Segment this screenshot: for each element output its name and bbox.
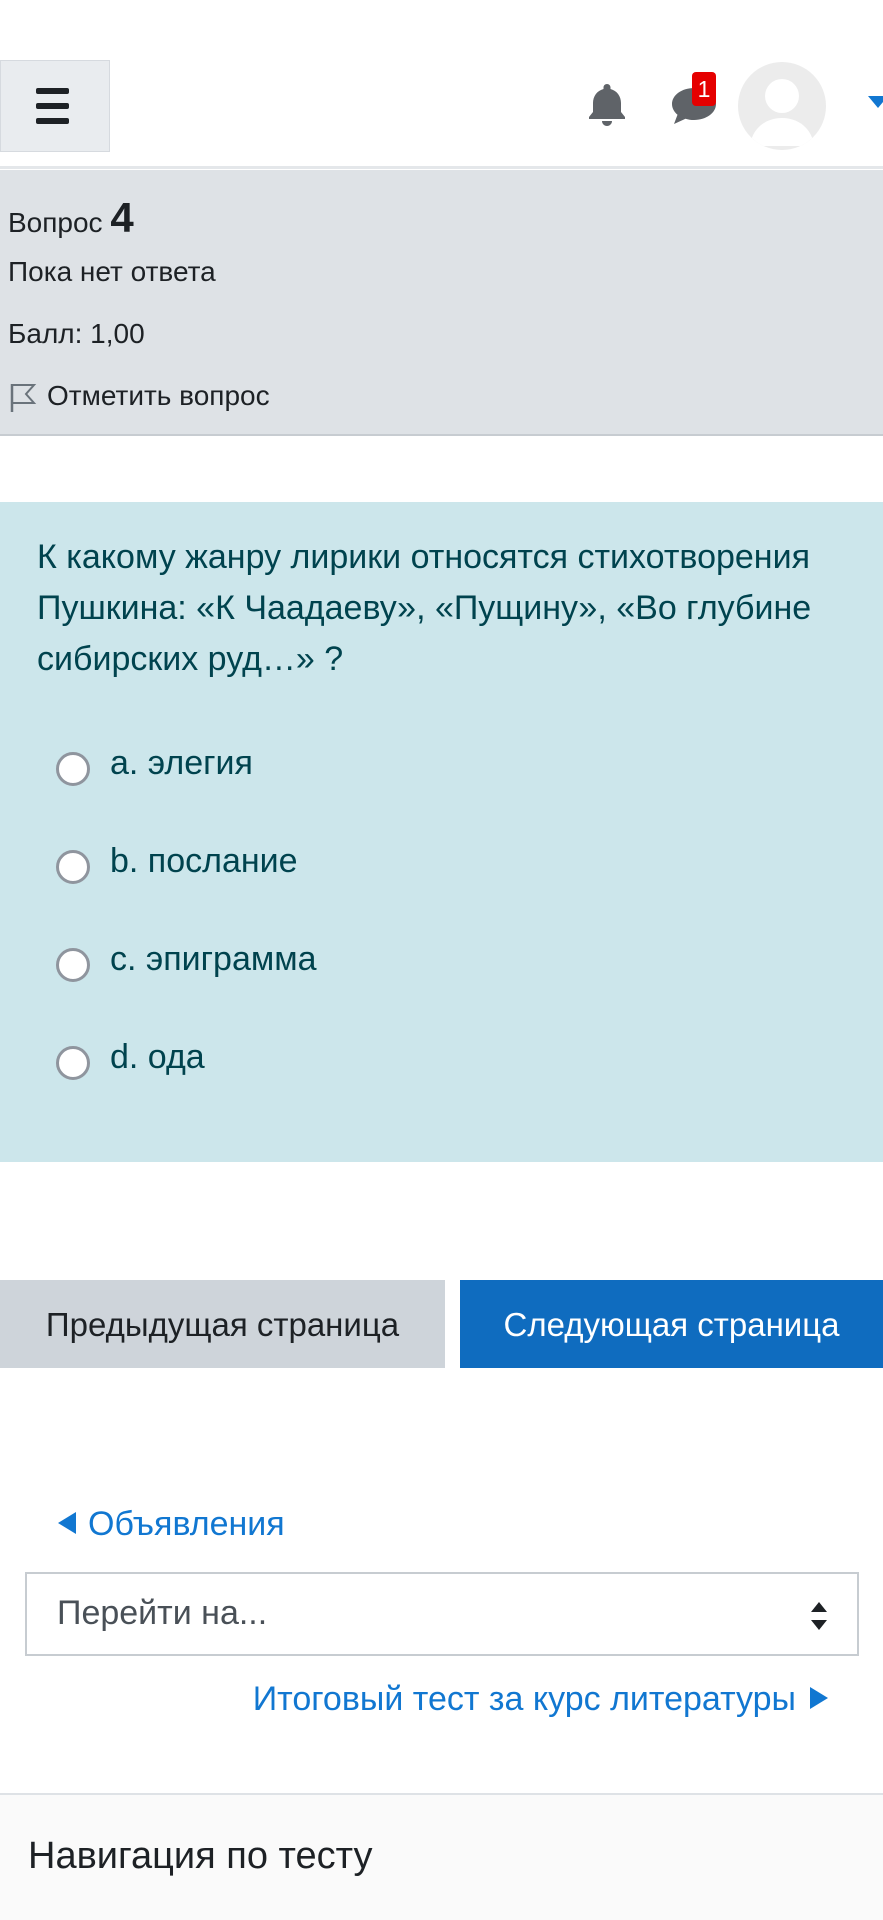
question-number: 4 (110, 194, 134, 241)
quiz-navigation-block: Навигация по тесту (0, 1795, 883, 1920)
caret-down-icon[interactable] (868, 96, 883, 108)
message-count-badge: 1 (692, 72, 716, 106)
flag-question-link[interactable]: Отметить вопрос (47, 380, 270, 412)
jump-to-select[interactable]: Перейти на... (25, 1572, 859, 1656)
answer-label[interactable]: a. элегия (110, 744, 253, 783)
quiz-navigation-title: Навигация по тесту (28, 1835, 373, 1877)
answer-label[interactable]: d. ода (110, 1038, 205, 1077)
radio-button[interactable] (56, 752, 90, 786)
radio-button[interactable] (56, 850, 90, 884)
triangle-right-icon (810, 1687, 828, 1709)
previous-page-button[interactable]: Предыдущая страница (0, 1280, 445, 1368)
top-navbar: 1 (0, 0, 883, 169)
triangle-left-icon (58, 1512, 76, 1534)
question-grade: Балл: 1,00 (8, 318, 145, 349)
jump-to-select-value[interactable]: Перейти на... (57, 1594, 267, 1633)
answer-label[interactable]: b. послание (110, 842, 298, 881)
question-label: Вопрос (8, 207, 103, 238)
hamburger-menu-button[interactable] (0, 60, 110, 152)
user-avatar-icon[interactable] (738, 62, 826, 150)
select-arrows-icon (811, 1602, 827, 1630)
question-heading: Вопрос 4 (8, 194, 134, 242)
question-info-panel: Вопрос 4 Пока нет ответа Балл: 1,00 Отме… (0, 170, 883, 436)
radio-button[interactable] (56, 948, 90, 982)
radio-button[interactable] (56, 1046, 90, 1080)
previous-activity-link[interactable]: Объявления (58, 1505, 285, 1544)
question-content: К какому жанру лирики относятся стихотво… (0, 502, 883, 1162)
question-state: Пока нет ответа (8, 256, 216, 287)
previous-activity-label[interactable]: Объявления (88, 1505, 285, 1543)
answer-label[interactable]: c. эпиграмма (110, 940, 317, 979)
next-page-button[interactable]: Следующая страница (460, 1280, 883, 1368)
question-text: К какому жанру лирики относятся стихотво… (37, 538, 812, 678)
next-activity-label[interactable]: Итоговый тест за курс литературы (253, 1680, 796, 1718)
next-activity-link[interactable]: Итоговый тест за курс литературы (253, 1680, 828, 1719)
bell-icon[interactable] (583, 80, 631, 128)
flag-icon[interactable] (8, 382, 38, 414)
